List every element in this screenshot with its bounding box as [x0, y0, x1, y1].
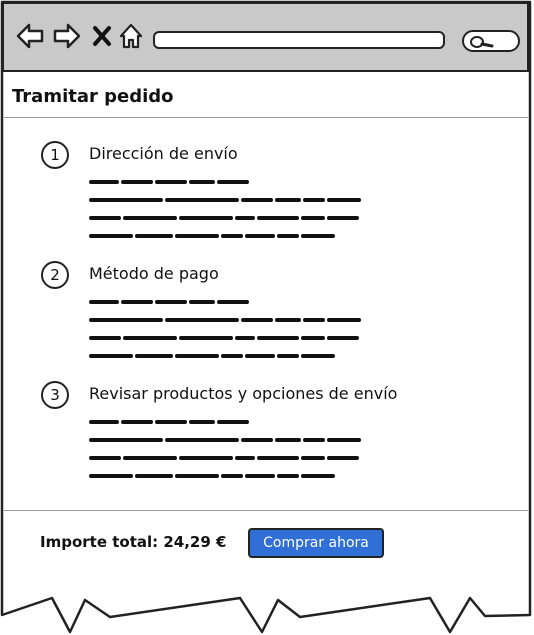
buy-now-button[interactable]: Comprar ahora: [248, 528, 384, 558]
step-title-review-products: Revisar productos y opciones de envío: [89, 384, 398, 403]
address-bar-input[interactable]: [153, 31, 445, 49]
step-number-1: 1: [41, 141, 69, 169]
step-title-shipping-address: Dirección de envío: [89, 144, 238, 163]
home-icon[interactable]: [118, 22, 144, 50]
forward-arrow-icon[interactable]: [52, 22, 82, 50]
footer-divider: [4, 510, 528, 511]
placeholder-text-block-3: [89, 420, 361, 478]
placeholder-text-block-1: [89, 180, 361, 238]
order-total: Importe total: 24,29 €: [40, 533, 227, 551]
header-divider: [4, 117, 528, 118]
page-title: Tramitar pedido: [12, 86, 174, 107]
step-number-2: 2: [41, 261, 69, 289]
close-icon[interactable]: [92, 22, 112, 50]
back-arrow-icon[interactable]: [15, 22, 45, 50]
placeholder-text-block-2: [89, 300, 361, 358]
step-number-3: 3: [41, 381, 69, 409]
step-title-payment-method: Método de pago: [89, 264, 219, 283]
search-icon: [470, 36, 494, 48]
search-box[interactable]: [462, 30, 520, 52]
